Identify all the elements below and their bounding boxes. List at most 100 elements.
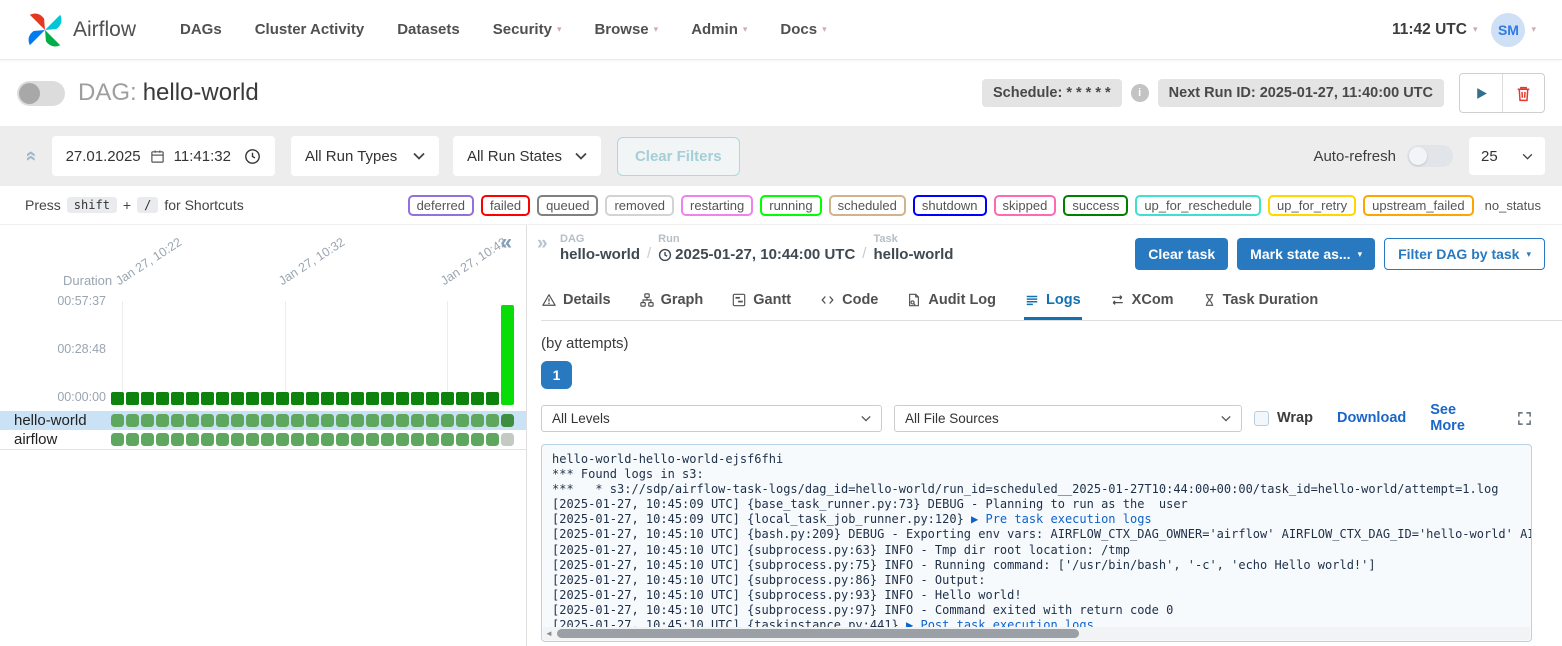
task-instance-cell[interactable] bbox=[456, 433, 469, 446]
task-instance-cell[interactable] bbox=[396, 433, 409, 446]
tab-logs[interactable]: Logs bbox=[1024, 283, 1082, 320]
dag-run-bar[interactable] bbox=[126, 392, 139, 405]
log-levels-select[interactable]: All Levels bbox=[541, 405, 882, 432]
task-instance-cell[interactable] bbox=[291, 414, 304, 427]
task-instance-cell[interactable] bbox=[336, 414, 349, 427]
task-instance-cell[interactable] bbox=[441, 414, 454, 427]
task-instance-cell[interactable] bbox=[366, 433, 379, 446]
state-badge-skipped[interactable]: skipped bbox=[994, 195, 1057, 216]
task-instance-cell[interactable] bbox=[336, 433, 349, 446]
task-instance-cell[interactable] bbox=[111, 414, 124, 427]
tab-audit-log[interactable]: Audit Log bbox=[906, 283, 997, 320]
task-instance-cell[interactable] bbox=[486, 433, 499, 446]
dag-run-bar[interactable] bbox=[411, 392, 424, 405]
tab-graph[interactable]: Graph bbox=[639, 283, 705, 320]
task-row-airflow[interactable]: airflow bbox=[0, 430, 526, 449]
tab-code[interactable]: Code bbox=[819, 283, 879, 320]
wrap-checkbox[interactable] bbox=[1254, 411, 1269, 426]
base-date-input[interactable]: 27.01.2025 11:41:32 bbox=[52, 136, 275, 176]
collapse-filters-icon[interactable]: « bbox=[19, 151, 41, 162]
dag-run-bar[interactable] bbox=[141, 392, 154, 405]
task-instance-cell[interactable] bbox=[261, 433, 274, 446]
dag-run-bar[interactable] bbox=[261, 392, 274, 405]
clear-filters-button[interactable]: Clear Filters bbox=[617, 137, 740, 176]
scrollbar-thumb[interactable] bbox=[557, 629, 1079, 638]
breadcrumb-dag[interactable]: DAG hello-world bbox=[560, 233, 640, 263]
dag-run-bar[interactable] bbox=[111, 392, 124, 405]
task-instance-cell[interactable] bbox=[321, 414, 334, 427]
nav-item-browse[interactable]: Browse▾ bbox=[594, 21, 658, 38]
task-row-label[interactable]: hello-world bbox=[0, 412, 111, 429]
state-badge-upstream-failed[interactable]: upstream_failed bbox=[1363, 195, 1474, 216]
dag-run-bar[interactable] bbox=[156, 392, 169, 405]
attempt-1-button[interactable]: 1 bbox=[541, 361, 572, 389]
task-instance-cell[interactable] bbox=[171, 433, 184, 446]
state-badge-queued[interactable]: queued bbox=[537, 195, 598, 216]
task-instance-cell[interactable] bbox=[456, 414, 469, 427]
state-badge-deferred[interactable]: deferred bbox=[408, 195, 474, 216]
task-instance-cell[interactable] bbox=[186, 414, 199, 427]
log-sources-select[interactable]: All File Sources bbox=[894, 405, 1242, 432]
state-badge-running[interactable]: running bbox=[760, 195, 821, 216]
avatar[interactable]: SM bbox=[1491, 13, 1525, 47]
mark-state-button[interactable]: Mark state as...▾ bbox=[1237, 238, 1375, 270]
breadcrumb-run[interactable]: Run 2025-01-27, 10:44:00 UTC bbox=[658, 233, 855, 263]
task-instance-cell[interactable] bbox=[351, 414, 364, 427]
clear-task-button[interactable]: Clear task bbox=[1135, 238, 1228, 270]
task-instance-cell[interactable] bbox=[426, 414, 439, 427]
task-instance-cell[interactable] bbox=[276, 414, 289, 427]
task-instance-cell[interactable] bbox=[441, 433, 454, 446]
task-instance-cell[interactable] bbox=[501, 433, 514, 446]
task-instance-cell[interactable] bbox=[186, 433, 199, 446]
task-instance-cell[interactable] bbox=[501, 414, 514, 427]
task-instance-cell[interactable] bbox=[111, 433, 124, 446]
utc-clock[interactable]: 11:42 UTC ▾ bbox=[1392, 21, 1477, 39]
run-states-select[interactable]: All Run States bbox=[453, 136, 601, 176]
task-row-hello-world[interactable]: hello-world bbox=[0, 411, 526, 430]
log-collapse-link[interactable]: ▶ Pre task execution logs bbox=[971, 512, 1152, 526]
delete-dag-button[interactable] bbox=[1502, 74, 1544, 112]
page-size-select[interactable]: 25 bbox=[1469, 137, 1545, 175]
dag-run-bar[interactable] bbox=[441, 392, 454, 405]
state-badge-shutdown[interactable]: shutdown bbox=[913, 195, 987, 216]
expand-grid-icon[interactable]: » bbox=[537, 233, 548, 255]
nav-item-dags[interactable]: DAGs bbox=[180, 21, 222, 38]
trigger-dag-button[interactable] bbox=[1460, 74, 1502, 112]
dag-run-bar[interactable] bbox=[291, 392, 304, 405]
task-instance-cell[interactable] bbox=[396, 414, 409, 427]
dag-run-bar[interactable] bbox=[366, 392, 379, 405]
horizontal-scrollbar[interactable]: ◄ bbox=[543, 627, 1530, 640]
task-instance-cell[interactable] bbox=[171, 414, 184, 427]
info-icon[interactable]: i bbox=[1131, 84, 1149, 102]
state-badge-scheduled[interactable]: scheduled bbox=[829, 195, 906, 216]
task-instance-cell[interactable] bbox=[126, 414, 139, 427]
airflow-brand[interactable]: Airflow bbox=[26, 11, 136, 49]
wrap-toggle[interactable]: Wrap bbox=[1254, 410, 1313, 426]
nav-item-security[interactable]: Security▾ bbox=[493, 21, 562, 38]
dag-run-bar[interactable] bbox=[336, 392, 349, 405]
nav-item-cluster-activity[interactable]: Cluster Activity bbox=[255, 21, 364, 38]
task-instance-cell[interactable] bbox=[291, 433, 304, 446]
breadcrumb-task[interactable]: Task hello-world bbox=[873, 233, 953, 263]
dag-run-bar[interactable] bbox=[231, 392, 244, 405]
state-badge-failed[interactable]: failed bbox=[481, 195, 530, 216]
task-instance-cell[interactable] bbox=[156, 414, 169, 427]
dag-run-bar[interactable] bbox=[186, 392, 199, 405]
dag-run-bar[interactable] bbox=[321, 392, 334, 405]
nav-item-docs[interactable]: Docs▾ bbox=[780, 21, 826, 38]
see-more-link[interactable]: See More bbox=[1430, 402, 1493, 434]
dag-run-bar[interactable] bbox=[276, 392, 289, 405]
filter-dag-button[interactable]: Filter DAG by task▾ bbox=[1384, 238, 1545, 270]
dag-run-bar[interactable] bbox=[471, 392, 484, 405]
task-instance-cell[interactable] bbox=[246, 414, 259, 427]
dag-pause-toggle[interactable] bbox=[17, 81, 65, 106]
nav-item-admin[interactable]: Admin▾ bbox=[691, 21, 747, 38]
task-instance-cell[interactable] bbox=[306, 414, 319, 427]
dag-run-bar[interactable] bbox=[486, 392, 499, 405]
state-badge-removed[interactable]: removed bbox=[605, 195, 674, 216]
task-instance-cell[interactable] bbox=[126, 433, 139, 446]
task-instance-cell[interactable] bbox=[321, 433, 334, 446]
task-instance-cell[interactable] bbox=[411, 433, 424, 446]
task-instance-cell[interactable] bbox=[276, 433, 289, 446]
task-instance-cell[interactable] bbox=[486, 414, 499, 427]
